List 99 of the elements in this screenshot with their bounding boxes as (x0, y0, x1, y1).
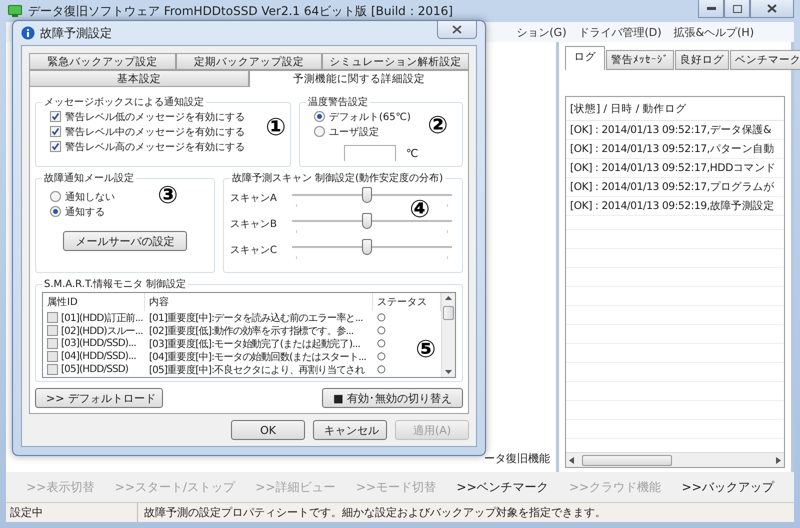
radio-button[interactable] (50, 206, 61, 218)
table-cell-text: [01](HDD)訂正前... (61, 312, 143, 324)
slider-label: スキャンA (230, 192, 278, 206)
dialog-button[interactable]: キャンセル (313, 420, 387, 440)
annotation-number: ① (266, 115, 286, 139)
window-title: データ復旧ソフトウェア FromHDDtoSSD Ver2.1 64ビット版 [Build：2016] (28, 2, 453, 20)
tab[interactable]: 緊急バックアップ設定 (29, 53, 176, 70)
radio-button[interactable] (50, 191, 61, 202)
tab[interactable]: 予測機能に関する詳細設定 (249, 70, 469, 87)
scrollbar-thumb[interactable] (443, 306, 454, 320)
horizontal-scrollbar[interactable] (566, 452, 784, 467)
table-cell-text: [02](HDD)スルー... (61, 324, 143, 338)
checkbox[interactable] (47, 338, 58, 349)
maximize-button[interactable] (724, 0, 750, 18)
tab[interactable]: 定期バックアップ設定 (176, 53, 322, 70)
slider-thumb[interactable] (362, 213, 372, 230)
table-cell: [05](HDD/SSD) (61, 364, 128, 375)
minimize-icon (706, 7, 716, 10)
menu-item[interactable]: 拡張&ヘルプ(H) (674, 24, 754, 40)
annotation-number: ④ (410, 197, 430, 222)
action-button[interactable]: >>バックアップ (678, 476, 778, 498)
scroll-left-icon (569, 456, 574, 464)
group-title: 温度警告設定 (307, 96, 369, 109)
scroll-down-icon (445, 370, 452, 374)
status-cell: ○ (377, 351, 386, 362)
menu-item[interactable]: ション(G) (516, 24, 566, 40)
checkbox-label: 警告レベル高のメッセージを有効にする (65, 140, 245, 154)
log-tab[interactable]: ログ (565, 46, 605, 70)
radio-label: ユーザ設定 (329, 126, 379, 138)
checkbox[interactable] (47, 351, 58, 362)
app-icon (8, 5, 22, 17)
column-header[interactable]: 属性ID (43, 293, 145, 311)
table-cell-text: [05]重要度[中]:不良セクタにより、再割り当てされ (148, 364, 366, 376)
table-cell-text: [04]重要度[中]:モータの始動回数(またはスタート... (148, 350, 368, 363)
log-row[interactable]: [OK] : 2014/01/13 09:52:19,故障予測設定 (566, 197, 784, 216)
close-button[interactable] (750, 0, 794, 18)
status-cell: ○ (377, 364, 386, 375)
status-cell: ○ (377, 312, 386, 323)
action-button[interactable]: >>ベンチマーク (452, 476, 553, 498)
slider-thumb[interactable] (362, 239, 372, 256)
annotation-number: ② (428, 113, 448, 137)
radio-label: 通知しない (65, 190, 115, 204)
checkbox[interactable] (47, 312, 58, 323)
annotation-number: ③ (158, 183, 178, 208)
group-title: 故障予測スキャン 制御設定(動作安定度の分布) (231, 172, 444, 186)
table-cell: [03](HDD/SSD)... (61, 338, 136, 349)
table-cell-text: [03]重要度[低]:モータ始動完了(または起動完了)... (148, 338, 362, 350)
minimize-button[interactable] (698, 0, 724, 18)
checkbox-label: 警告レベル低のメッセージを有効にする (65, 110, 245, 124)
group-title: 故障通知メール設定 (43, 172, 135, 186)
log-tab[interactable]: ベンチマーク (730, 50, 800, 70)
radio-label: デフォルト(65℃) (329, 110, 411, 124)
scroll-right-icon (776, 456, 781, 464)
group-title: メッセージボックスによる通知設定 (43, 96, 205, 109)
slider-label: スキャンB (230, 218, 278, 232)
feature-label: ータ復旧機能 (484, 451, 550, 466)
table-cell: [04](HDD/SSD)... (61, 351, 136, 362)
checkbox[interactable] (50, 126, 61, 137)
table-cell-text: [01]重要度[中]:データを読み込む前のエラー率と... (148, 312, 364, 324)
checkbox[interactable] (47, 364, 58, 375)
radio-button[interactable] (314, 111, 325, 122)
scroll-up-icon (445, 296, 452, 300)
default-load-button[interactable]: >> デフォルトロード (35, 388, 163, 408)
checkbox[interactable] (47, 325, 58, 336)
slider-thumb[interactable] (362, 187, 372, 204)
table-cell-text: [02]重要度[低]:動作の効率を示す指標です。参... (148, 324, 354, 337)
close-icon (452, 25, 462, 34)
dialog-close-button[interactable] (437, 21, 477, 39)
status-state: 設定中 (6, 503, 138, 522)
menu-item[interactable]: ドライバ管理(D) (578, 24, 662, 40)
mail-server-button[interactable]: メールサーバの設定 (63, 231, 187, 252)
log-tab[interactable]: 警告ﾒｯｾｰｼﾞ (606, 50, 674, 70)
maximize-icon (732, 4, 742, 12)
checkbox-label: 警告レベル中のメッセージを有効にする (65, 126, 245, 138)
radio-button[interactable] (314, 126, 325, 137)
dialog-title: 故障予測設定 (40, 24, 112, 42)
slider-label: スキャンC (230, 244, 278, 258)
checkbox[interactable] (50, 111, 61, 122)
log-row[interactable]: [OK] : 2014/01/13 09:52:17,プログラムが (566, 178, 784, 197)
annotation-number: ⑤ (416, 337, 436, 361)
tab[interactable]: 基本設定 (29, 70, 249, 87)
status-cell: ○ (377, 338, 386, 349)
close-icon (767, 4, 777, 13)
status-message: 故障予測の設定プロパティシートです。細かな設定およびバックアップ対象を指定できます。 (143, 505, 606, 521)
column-header[interactable]: 内容 (145, 293, 373, 311)
checkbox[interactable] (50, 141, 61, 152)
info-icon (21, 26, 35, 40)
radio-label: 通知する (65, 206, 105, 219)
tab[interactable]: シミュレーション解析設定 (322, 53, 470, 70)
scrollbar-thumb[interactable] (582, 454, 672, 466)
log-tab[interactable]: 良好ログ (675, 50, 729, 70)
vertical-scrollbar[interactable] (441, 293, 455, 377)
status-cell: ○ (377, 325, 386, 336)
log-row[interactable]: [OK] : 2014/01/13 09:52:17,データ保護& (566, 121, 784, 140)
toggle-button[interactable]: ■ 有効･無効の切り替え (322, 388, 463, 408)
unit-label: ℃ (406, 146, 418, 160)
group-title: S.M.A.R.T.情報モニタ 制御設定 (43, 278, 188, 291)
dialog-button[interactable]: OK (231, 420, 305, 440)
temperature-field[interactable] (344, 145, 396, 161)
